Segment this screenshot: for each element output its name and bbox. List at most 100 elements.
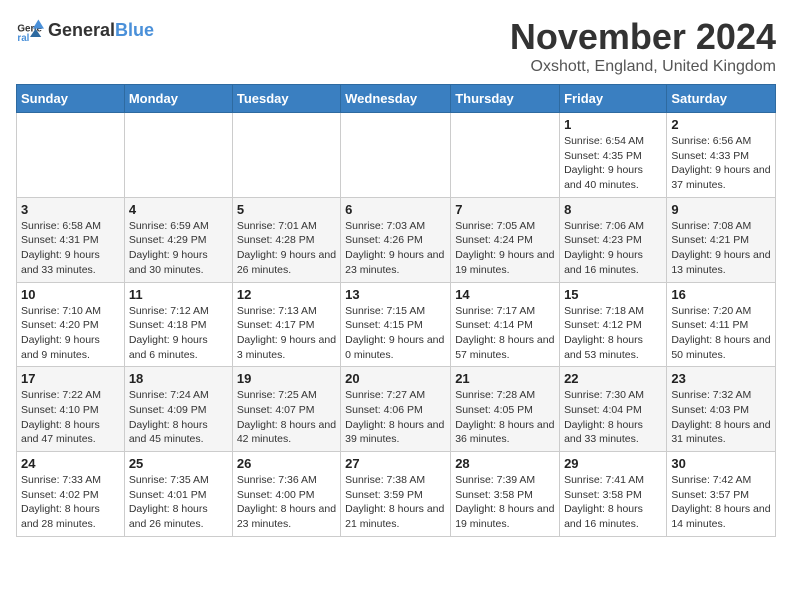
- day-number: 13: [345, 287, 446, 302]
- day-number: 9: [671, 202, 771, 217]
- logo: Gene ral GeneralBlue: [16, 16, 154, 44]
- calendar-cell: [451, 113, 560, 198]
- day-number: 26: [237, 456, 336, 471]
- calendar-cell: [341, 113, 451, 198]
- calendar-cell: 16 Sunrise: 7:20 AM Sunset: 4:11 PM Dayli…: [667, 282, 776, 367]
- header-monday: Monday: [124, 85, 232, 113]
- calendar-cell: 11Sunrise: 7:12 AM Sunset: 4:18 PM Dayli…: [124, 282, 232, 367]
- calendar-cell: 20 Sunrise: 7:27 AM Sunset: 4:06 PM Dayli…: [341, 367, 451, 452]
- calendar-cell: 12 Sunrise: 7:13 AM Sunset: 4:17 PM Dayli…: [232, 282, 340, 367]
- day-number: 20: [345, 371, 446, 386]
- day-info: Sunrise: 7:42 AM Sunset: 3:57 PM Dayligh…: [671, 473, 771, 532]
- logo-text-general: General: [48, 20, 115, 40]
- calendar-cell: 10 Sunrise: 7:10 AM Sunset: 4:20 PM Dayli…: [17, 282, 125, 367]
- day-number: 27: [345, 456, 446, 471]
- day-number: 4: [129, 202, 228, 217]
- week-row-5: 24Sunrise: 7:33 AM Sunset: 4:02 PM Dayli…: [17, 452, 776, 537]
- day-info: Sunrise: 6:58 AM Sunset: 4:31 PM Dayligh…: [21, 219, 120, 278]
- day-number: 3: [21, 202, 120, 217]
- day-number: 22: [564, 371, 662, 386]
- day-info: Sunrise: 7:13 AM Sunset: 4:17 PM Dayligh…: [237, 304, 336, 363]
- day-number: 29: [564, 456, 662, 471]
- day-number: 19: [237, 371, 336, 386]
- logo-icon: Gene ral: [16, 16, 44, 44]
- day-number: 17: [21, 371, 120, 386]
- day-info: Sunrise: 6:56 AM Sunset: 4:33 PM Dayligh…: [671, 134, 771, 193]
- day-info: Sunrise: 7:39 AM Sunset: 3:58 PM Dayligh…: [455, 473, 555, 532]
- calendar-cell: 26 Sunrise: 7:36 AM Sunset: 4:00 PM Dayli…: [232, 452, 340, 537]
- day-info: Sunrise: 7:32 AM Sunset: 4:03 PM Dayligh…: [671, 388, 771, 447]
- calendar-cell: 19 Sunrise: 7:25 AM Sunset: 4:07 PM Dayli…: [232, 367, 340, 452]
- header-friday: Friday: [560, 85, 667, 113]
- day-info: Sunrise: 7:20 AM Sunset: 4:11 PM Dayligh…: [671, 304, 771, 363]
- header-thursday: Thursday: [451, 85, 560, 113]
- calendar-cell: 7 Sunrise: 7:05 AM Sunset: 4:24 PM Daylig…: [451, 197, 560, 282]
- logo-text-blue: Blue: [115, 20, 154, 40]
- calendar-cell: [232, 113, 340, 198]
- day-info: Sunrise: 7:25 AM Sunset: 4:07 PM Dayligh…: [237, 388, 336, 447]
- day-info: Sunrise: 7:30 AM Sunset: 4:04 PM Dayligh…: [564, 388, 662, 447]
- day-info: Sunrise: 7:06 AM Sunset: 4:23 PM Dayligh…: [564, 219, 662, 278]
- day-info: Sunrise: 7:24 AM Sunset: 4:09 PM Dayligh…: [129, 388, 228, 447]
- day-info: Sunrise: 7:18 AM Sunset: 4:12 PM Dayligh…: [564, 304, 662, 363]
- day-number: 8: [564, 202, 662, 217]
- day-info: Sunrise: 7:41 AM Sunset: 3:58 PM Dayligh…: [564, 473, 662, 532]
- calendar-cell: 22 Sunrise: 7:30 AM Sunset: 4:04 PM Dayli…: [560, 367, 667, 452]
- header: Gene ral GeneralBlue November 2024 Oxsho…: [16, 16, 776, 76]
- day-info: Sunrise: 7:35 AM Sunset: 4:01 PM Dayligh…: [129, 473, 228, 532]
- calendar-cell: 29 Sunrise: 7:41 AM Sunset: 3:58 PM Dayli…: [560, 452, 667, 537]
- day-number: 24: [21, 456, 120, 471]
- day-number: 12: [237, 287, 336, 302]
- calendar-cell: [17, 113, 125, 198]
- day-info: Sunrise: 7:03 AM Sunset: 4:26 PM Dayligh…: [345, 219, 446, 278]
- calendar-cell: 15 Sunrise: 7:18 AM Sunset: 4:12 PM Dayli…: [560, 282, 667, 367]
- calendar-cell: 23 Sunrise: 7:32 AM Sunset: 4:03 PM Dayli…: [667, 367, 776, 452]
- day-number: 16: [671, 287, 771, 302]
- calendar-cell: 21 Sunrise: 7:28 AM Sunset: 4:05 PM Dayli…: [451, 367, 560, 452]
- day-info: Sunrise: 7:28 AM Sunset: 4:05 PM Dayligh…: [455, 388, 555, 447]
- calendar-cell: 28Sunrise: 7:39 AM Sunset: 3:58 PM Dayli…: [451, 452, 560, 537]
- day-number: 1: [564, 117, 662, 132]
- day-number: 7: [455, 202, 555, 217]
- calendar-cell: 8 Sunrise: 7:06 AM Sunset: 4:23 PM Daylig…: [560, 197, 667, 282]
- header-sunday: Sunday: [17, 85, 125, 113]
- day-info: Sunrise: 7:10 AM Sunset: 4:20 PM Dayligh…: [21, 304, 120, 363]
- day-info: Sunrise: 7:05 AM Sunset: 4:24 PM Dayligh…: [455, 219, 555, 278]
- day-info: Sunrise: 7:01 AM Sunset: 4:28 PM Dayligh…: [237, 219, 336, 278]
- calendar-cell: 17Sunrise: 7:22 AM Sunset: 4:10 PM Dayli…: [17, 367, 125, 452]
- header-saturday: Saturday: [667, 85, 776, 113]
- calendar-cell: 18Sunrise: 7:24 AM Sunset: 4:09 PM Dayli…: [124, 367, 232, 452]
- calendar-header-row: SundayMondayTuesdayWednesdayThursdayFrid…: [17, 85, 776, 113]
- day-number: 14: [455, 287, 555, 302]
- week-row-3: 10 Sunrise: 7:10 AM Sunset: 4:20 PM Dayli…: [17, 282, 776, 367]
- day-info: Sunrise: 7:15 AM Sunset: 4:15 PM Dayligh…: [345, 304, 446, 363]
- calendar-cell: [124, 113, 232, 198]
- month-title: November 2024: [510, 16, 776, 58]
- day-number: 10: [21, 287, 120, 302]
- svg-text:ral: ral: [17, 33, 29, 44]
- calendar-cell: 24Sunrise: 7:33 AM Sunset: 4:02 PM Dayli…: [17, 452, 125, 537]
- calendar-cell: 5Sunrise: 7:01 AM Sunset: 4:28 PM Daylig…: [232, 197, 340, 282]
- day-number: 21: [455, 371, 555, 386]
- day-info: Sunrise: 7:08 AM Sunset: 4:21 PM Dayligh…: [671, 219, 771, 278]
- calendar-cell: 25Sunrise: 7:35 AM Sunset: 4:01 PM Dayli…: [124, 452, 232, 537]
- day-number: 6: [345, 202, 446, 217]
- week-row-1: 1Sunrise: 6:54 AM Sunset: 4:35 PM Daylig…: [17, 113, 776, 198]
- day-number: 11: [129, 287, 228, 302]
- day-number: 15: [564, 287, 662, 302]
- day-info: Sunrise: 7:27 AM Sunset: 4:06 PM Dayligh…: [345, 388, 446, 447]
- calendar-cell: 14Sunrise: 7:17 AM Sunset: 4:14 PM Dayli…: [451, 282, 560, 367]
- calendar-cell: 2 Sunrise: 6:56 AM Sunset: 4:33 PM Daylig…: [667, 113, 776, 198]
- week-row-4: 17Sunrise: 7:22 AM Sunset: 4:10 PM Dayli…: [17, 367, 776, 452]
- day-number: 30: [671, 456, 771, 471]
- header-wednesday: Wednesday: [341, 85, 451, 113]
- calendar-cell: 4Sunrise: 6:59 AM Sunset: 4:29 PM Daylig…: [124, 197, 232, 282]
- calendar-table: SundayMondayTuesdayWednesdayThursdayFrid…: [16, 84, 776, 537]
- calendar-cell: 13 Sunrise: 7:15 AM Sunset: 4:15 PM Dayli…: [341, 282, 451, 367]
- calendar-cell: 6 Sunrise: 7:03 AM Sunset: 4:26 PM Daylig…: [341, 197, 451, 282]
- calendar-cell: 9 Sunrise: 7:08 AM Sunset: 4:21 PM Daylig…: [667, 197, 776, 282]
- week-row-2: 3 Sunrise: 6:58 AM Sunset: 4:31 PM Daylig…: [17, 197, 776, 282]
- day-number: 23: [671, 371, 771, 386]
- day-number: 2: [671, 117, 771, 132]
- day-info: Sunrise: 7:36 AM Sunset: 4:00 PM Dayligh…: [237, 473, 336, 532]
